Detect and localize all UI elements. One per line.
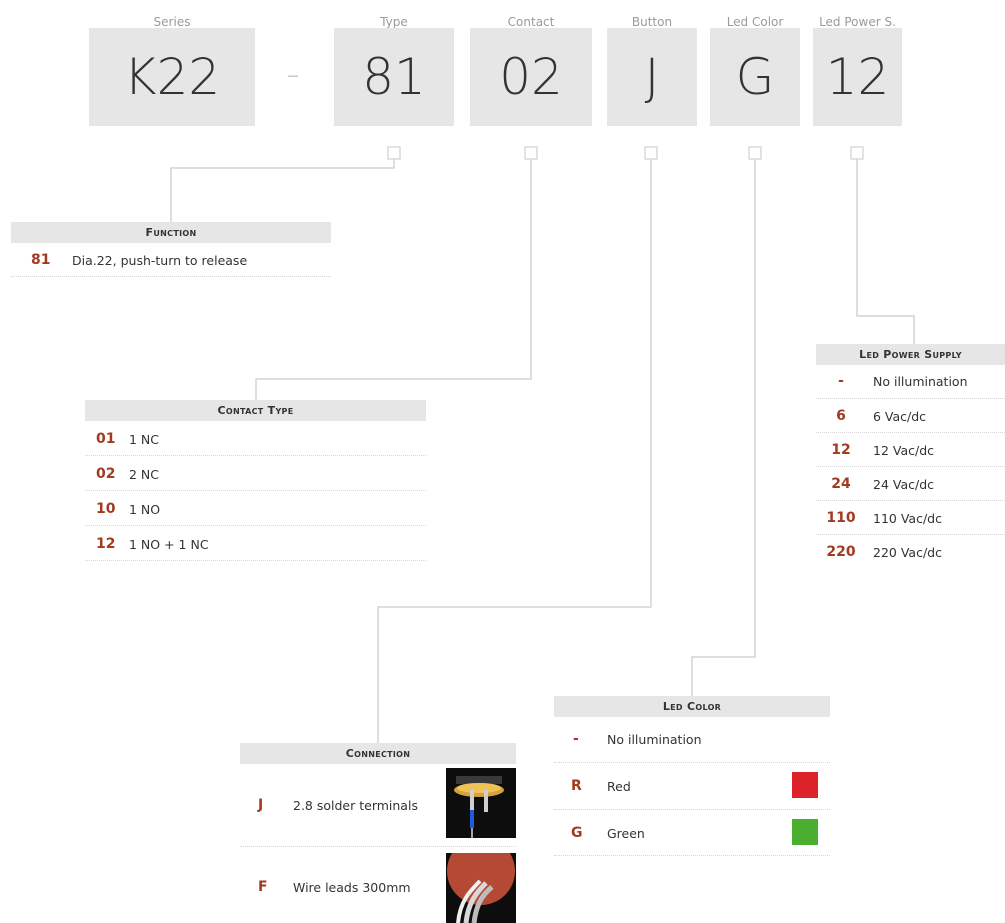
- led-power-code: 220: [826, 544, 856, 560]
- led-color-anchor-square: [748, 146, 762, 160]
- led-power-supply-panel: Led Power Supply - No illumination 6 6 V…: [816, 344, 1005, 568]
- function-desc: Dia.22, push-turn to release: [72, 253, 248, 268]
- led-power-row: 6 6 Vac/dc: [816, 399, 1005, 433]
- led-power-code: -: [838, 373, 844, 389]
- led-power-code: 6: [836, 408, 846, 424]
- connection-row: J 2.8 solder terminals: [240, 764, 516, 847]
- contact-type-row: 02 2 NC: [85, 456, 426, 491]
- led-color-code: G: [571, 825, 583, 841]
- solder-terminals-photo: [446, 768, 516, 838]
- led-power-desc: 24 Vac/dc: [873, 477, 935, 492]
- led-color-panel: Led Color - No illumination R Red G Gree…: [554, 696, 830, 856]
- led-power-code: 24: [831, 476, 851, 492]
- red-swatch: [792, 772, 818, 798]
- led-power-desc: No illumination: [873, 374, 968, 389]
- function-connector: [170, 159, 395, 222]
- contact-connector: [255, 159, 532, 400]
- led-power-row: 24 24 Vac/dc: [816, 467, 1005, 501]
- connection-code: J: [258, 797, 264, 813]
- led-color-row: R Red: [554, 763, 830, 810]
- led-power-desc: 220 Vac/dc: [873, 545, 942, 560]
- contact-desc: 1 NC: [129, 432, 160, 447]
- led-power-desc: 110 Vac/dc: [873, 511, 942, 526]
- connection-code: F: [258, 879, 268, 895]
- contact-code: 01: [96, 431, 116, 447]
- wire-leads-photo: [446, 853, 516, 923]
- led-color-desc: No illumination: [607, 732, 702, 747]
- green-swatch: [792, 819, 818, 845]
- led-power-code: 110: [826, 510, 856, 526]
- led-color-code: R: [571, 778, 582, 794]
- led-power-row: 12 12 Vac/dc: [816, 433, 1005, 467]
- led-color-row: G Green: [554, 810, 830, 856]
- led-power-desc: 6 Vac/dc: [873, 409, 927, 424]
- function-row: 81 Dia.22, push-turn to release: [11, 243, 331, 277]
- led-power-supply-title: Led Power Supply: [816, 344, 1005, 365]
- connection-desc: 2.8 solder terminals: [293, 798, 418, 813]
- contact-type-panel: Contact Type 01 1 NC 02 2 NC 10 1 NO 12 …: [85, 400, 426, 561]
- led-color-desc: Green: [607, 826, 645, 841]
- contact-code: 10: [96, 501, 116, 517]
- led-power-code: 12: [831, 442, 851, 458]
- led-power-row: 110 110 Vac/dc: [816, 501, 1005, 535]
- connection-panel: Connection J 2.8 solder terminals F Wire…: [240, 743, 516, 923]
- connection-desc: Wire leads 300mm: [293, 880, 411, 895]
- led-power-row: - No illumination: [816, 365, 1005, 399]
- contact-code: 02: [96, 466, 116, 482]
- function-code: 81: [31, 252, 51, 268]
- contact-desc: 1 NO + 1 NC: [129, 537, 209, 552]
- contact-type-row: 01 1 NC: [85, 421, 426, 456]
- function-panel: Function 81 Dia.22, push-turn to release: [11, 222, 331, 277]
- led-color-row: - No illumination: [554, 717, 830, 763]
- led-color-connector: [691, 159, 756, 696]
- led-color-desc: Red: [607, 779, 631, 794]
- contact-type-row: 12 1 NO + 1 NC: [85, 526, 426, 561]
- led-power-connector: [856, 159, 915, 344]
- connection-row: F Wire leads 300mm: [240, 847, 516, 923]
- contact-code: 12: [96, 536, 116, 552]
- contact-anchor-square: [524, 146, 538, 160]
- contact-type-title: Contact Type: [85, 400, 426, 421]
- function-title: Function: [11, 222, 331, 243]
- contact-type-row: 10 1 NO: [85, 491, 426, 526]
- led-power-anchor-square: [850, 146, 864, 160]
- led-power-desc: 12 Vac/dc: [873, 443, 935, 458]
- type-anchor-square: [387, 146, 401, 160]
- button-anchor-square: [644, 146, 658, 160]
- contact-desc: 1 NO: [129, 502, 161, 517]
- led-color-code: -: [573, 731, 579, 747]
- led-power-row: 220 220 Vac/dc: [816, 535, 1005, 568]
- connection-title: Connection: [240, 743, 516, 764]
- contact-desc: 2 NC: [129, 467, 160, 482]
- led-color-title: Led Color: [554, 696, 830, 717]
